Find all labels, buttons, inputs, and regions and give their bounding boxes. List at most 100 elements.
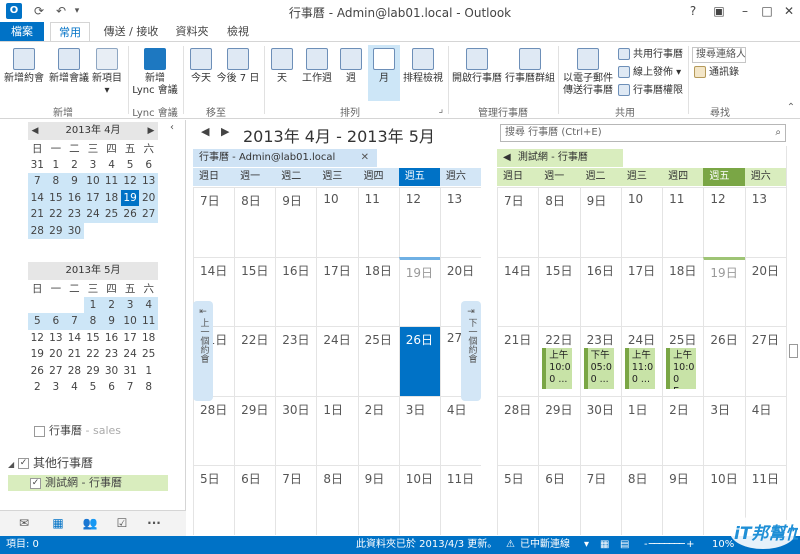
mini-day[interactable]: 17 bbox=[83, 189, 103, 206]
mini-day[interactable]: 1 bbox=[83, 296, 103, 313]
mini-day[interactable]: 8 bbox=[46, 173, 66, 190]
people-icon[interactable]: 👥 bbox=[82, 516, 98, 530]
next-7-days-button[interactable]: 今後 7 日 bbox=[216, 48, 260, 85]
appointment[interactable]: 上午 10:0 0 ... bbox=[542, 348, 573, 390]
day-cell[interactable]: 1日 bbox=[316, 395, 358, 466]
new-lync-meeting-button[interactable]: 新增 Lync 會議 bbox=[130, 48, 180, 97]
day-cell[interactable]: 28日 bbox=[193, 395, 235, 466]
email-calendar-button[interactable]: 以電子郵件 傳送行事曆 bbox=[560, 48, 616, 97]
mini-day[interactable]: 4 bbox=[139, 296, 158, 313]
day-cell[interactable]: 20日 bbox=[744, 256, 786, 327]
mini-day[interactable]: 23 bbox=[65, 206, 84, 223]
day-cell[interactable]: 4日 bbox=[744, 395, 786, 466]
day-cell[interactable]: 8日 bbox=[234, 187, 276, 257]
mini-day[interactable]: 17 bbox=[121, 330, 140, 347]
mini-day[interactable]: 7 bbox=[65, 313, 84, 330]
day-cell[interactable]: 19日 bbox=[398, 256, 440, 327]
day-cell[interactable]: 12 bbox=[398, 187, 440, 257]
help-button[interactable]: ? bbox=[680, 0, 706, 22]
day-cell[interactable]: 12 bbox=[703, 187, 745, 257]
mini-day[interactable]: 6 bbox=[139, 157, 158, 174]
mini-day[interactable]: 2 bbox=[28, 379, 47, 396]
mini-day[interactable]: 18 bbox=[102, 189, 121, 206]
mini-day[interactable]: 3 bbox=[120, 296, 140, 313]
connection-status[interactable]: 已中斷連線 bbox=[520, 536, 570, 554]
appointment[interactable]: 下午 05:0 0 ... bbox=[583, 348, 614, 390]
mini-day[interactable]: 7 bbox=[121, 379, 140, 396]
search-icon[interactable]: ⌕ bbox=[775, 125, 781, 141]
reading-view-icon[interactable]: ▤ bbox=[620, 536, 629, 554]
mini-day[interactable]: 22 bbox=[84, 346, 103, 363]
day-cell[interactable]: 10 bbox=[620, 187, 663, 257]
day-cell[interactable]: 3日 bbox=[703, 395, 745, 466]
day-cell[interactable]: 5日 bbox=[193, 465, 235, 535]
day-cell[interactable]: 23日 bbox=[275, 326, 317, 396]
day-cell[interactable]: 27日 bbox=[744, 326, 786, 396]
mini-day[interactable]: 26 bbox=[120, 206, 140, 223]
more-icon[interactable]: ··· bbox=[146, 516, 162, 530]
mini-day[interactable]: 30 bbox=[65, 222, 84, 239]
forward-arrow-icon[interactable]: ▶ bbox=[221, 125, 229, 138]
day-cell[interactable]: 7日 bbox=[497, 187, 539, 257]
mini-day[interactable]: 2 bbox=[65, 157, 84, 174]
calendar-tab-admin[interactable]: 行事曆 - Admin@lab01.local ✕ bbox=[193, 149, 377, 167]
mail-icon[interactable]: ✉ bbox=[16, 516, 32, 530]
day-cell[interactable]: 26日 bbox=[703, 326, 745, 396]
mini-day[interactable]: 24 bbox=[83, 206, 103, 223]
day-cell[interactable]: 6日 bbox=[234, 465, 276, 535]
dialog-launcher-icon[interactable]: ⌟ bbox=[436, 104, 446, 115]
day-cell[interactable]: 7日 bbox=[579, 465, 621, 535]
tab-folder[interactable]: 資料夾 bbox=[168, 22, 216, 42]
mini-day[interactable]: 21 bbox=[28, 206, 47, 223]
mini-day[interactable]: 4 bbox=[65, 379, 84, 396]
mini-day[interactable]: 1 bbox=[47, 157, 66, 174]
mini-day[interactable]: 11 bbox=[102, 173, 121, 190]
view-week-button[interactable]: 週 bbox=[338, 48, 364, 85]
day-cell[interactable]: 9日 bbox=[275, 187, 317, 257]
day-cell[interactable]: 8日 bbox=[620, 465, 663, 535]
mini-day[interactable]: 1 bbox=[139, 363, 158, 380]
mini-day[interactable]: 9 bbox=[65, 173, 84, 190]
mini-day[interactable]: 5 bbox=[121, 157, 140, 174]
day-cell[interactable]: 11 bbox=[662, 187, 704, 257]
mini-day[interactable]: 13 bbox=[139, 173, 158, 190]
day-cell[interactable]: 22日 bbox=[234, 326, 276, 396]
mini-day[interactable]: 24 bbox=[121, 346, 140, 363]
checkbox[interactable] bbox=[34, 425, 45, 437]
ribbon-display-button[interactable]: ▣ bbox=[706, 0, 732, 22]
mini-day[interactable]: 21 bbox=[65, 346, 84, 363]
day-cell[interactable]: 1日 bbox=[620, 395, 663, 466]
checkbox[interactable]: ✓ bbox=[30, 477, 41, 489]
calendar-nav-icon[interactable]: ▦ bbox=[50, 516, 66, 530]
day-cell[interactable]: 16日 bbox=[579, 256, 621, 327]
collapse-ribbon-icon[interactable]: ⌃ bbox=[786, 102, 796, 113]
mini-day[interactable]: 10 bbox=[83, 173, 103, 190]
close-button[interactable]: ✕ bbox=[776, 0, 800, 22]
calendar-permissions-button[interactable]: 行事曆權限 bbox=[618, 84, 683, 98]
mini-day[interactable]: 10 bbox=[120, 313, 140, 330]
view-schedule-button[interactable]: 排程檢視 bbox=[402, 48, 444, 85]
address-book-button[interactable]: 通訊錄 bbox=[694, 66, 739, 80]
new-meeting-button[interactable]: 新增會議 bbox=[48, 48, 90, 85]
my-calendar-item[interactable]: 行事曆 - sales bbox=[34, 422, 121, 438]
mini-day[interactable]: 15 bbox=[46, 189, 66, 206]
day-cell[interactable]: 9日 bbox=[662, 465, 704, 535]
mini-day[interactable]: 14 bbox=[65, 330, 84, 347]
day-cell[interactable]: 15日 bbox=[234, 256, 276, 327]
mini-day[interactable]: 14 bbox=[28, 189, 47, 206]
new-items-button[interactable]: 新項目 ▾ bbox=[90, 48, 124, 97]
mini-day[interactable]: 20 bbox=[47, 346, 66, 363]
mini-day[interactable]: 16 bbox=[65, 189, 84, 206]
prev-month-icon[interactable]: ◀ bbox=[28, 122, 42, 140]
day-cell[interactable]: 13 bbox=[439, 187, 481, 257]
mini-day[interactable]: 18 bbox=[139, 330, 158, 347]
view-day-button[interactable]: 天 bbox=[268, 48, 296, 85]
tab-home[interactable]: 常用 bbox=[50, 22, 90, 42]
mini-day[interactable]: 4 bbox=[102, 157, 121, 174]
zoom-slider[interactable]: - ─────── + bbox=[644, 536, 694, 554]
day-cell[interactable]: 29日 bbox=[234, 395, 276, 466]
mini-day[interactable]: 12 bbox=[28, 330, 47, 347]
day-cell[interactable]: 4日 bbox=[439, 395, 481, 466]
appointment[interactable]: 上午 10:0 0 E... bbox=[666, 348, 697, 390]
day-cell[interactable]: 13 bbox=[744, 187, 786, 257]
